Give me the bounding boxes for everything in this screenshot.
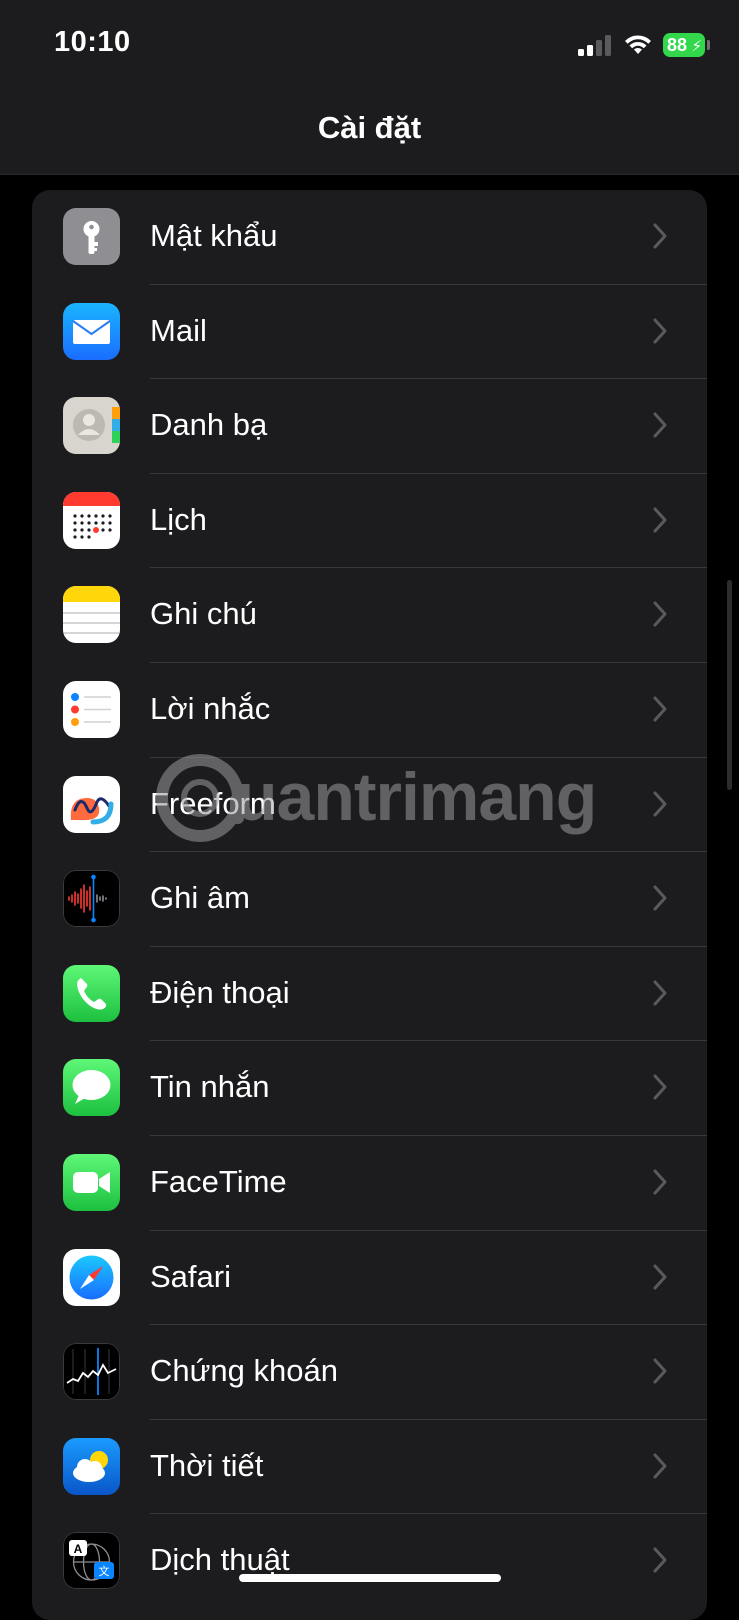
reminders-icon (63, 681, 120, 738)
settings-item-mail[interactable]: Mail (32, 285, 707, 380)
freeform-icon (63, 775, 120, 833)
settings-item-stocks[interactable]: Chứng khoán (32, 1325, 707, 1420)
settings-item-label: Dịch thuật (150, 1542, 290, 1578)
calendar-icon (63, 491, 120, 549)
scrollbar[interactable] (727, 580, 732, 790)
status-time: 10:10 (54, 26, 131, 58)
voice-memos-icon (63, 870, 120, 928)
contacts-icon (63, 397, 120, 455)
chevron-right-icon (653, 318, 667, 344)
battery-icon: 88 ⚡ (663, 33, 705, 57)
chevron-right-icon (653, 885, 667, 911)
chevron-right-icon (653, 601, 667, 627)
messages-icon (63, 1059, 120, 1117)
facetime-icon (63, 1154, 120, 1211)
chevron-right-icon (653, 1453, 667, 1479)
charging-icon: ⚡ (691, 38, 702, 55)
settings-item-label: Lời nhắc (150, 691, 271, 726)
watermark-logo-icon (156, 754, 244, 842)
settings-list: Mật khẩu Mail Danh bạ Lịch Ghi chú Lời n… (32, 190, 707, 1620)
settings-item-messages[interactable]: Tin nhắn (32, 1041, 707, 1136)
chevron-right-icon (653, 1547, 667, 1573)
weather-icon (63, 1437, 120, 1495)
wifi-icon (625, 35, 651, 54)
svg-text:文: 文 (99, 1564, 110, 1578)
settings-item-label: Mail (150, 312, 207, 348)
settings-item-reminders[interactable]: Lời nhắc (32, 663, 707, 758)
svg-text:A: A (74, 1542, 83, 1556)
chevron-right-icon (653, 1358, 667, 1384)
settings-item-label: Ghi chú (150, 596, 257, 632)
settings-item-label: Chứng khoán (150, 1353, 338, 1389)
chevron-right-icon (653, 412, 667, 438)
battery-level: 88 (667, 35, 688, 55)
settings-item-label: Safari (150, 1258, 231, 1294)
watermark-text: uantrimang (236, 759, 597, 835)
settings-item-weather[interactable]: Thời tiết (32, 1420, 707, 1515)
page-title: Cài đặt (317, 110, 422, 145)
chevron-right-icon (653, 696, 667, 722)
settings-item-notes[interactable]: Ghi chú (32, 568, 707, 663)
cellular-signal-icon (578, 34, 614, 56)
settings-item-facetime[interactable]: FaceTime (32, 1136, 707, 1231)
settings-item-label: Tin nhắn (150, 1069, 270, 1105)
key-icon (63, 208, 120, 265)
status-bar: 10:10 88 ⚡ (0, 0, 739, 90)
settings-item-translate[interactable]: A 文 Dịch thuật (32, 1514, 707, 1609)
settings-item-phone[interactable]: Điện thoại (32, 947, 707, 1042)
translate-icon: A 文 (63, 1532, 120, 1590)
mail-icon (63, 302, 120, 360)
settings-item-label: Điện thoại (150, 974, 290, 1010)
settings-item-label: Lịch (150, 501, 207, 537)
chevron-right-icon (653, 507, 667, 533)
chevron-right-icon (653, 980, 667, 1006)
chevron-right-icon (653, 1169, 667, 1195)
notes-icon (63, 586, 120, 644)
chevron-right-icon (653, 1264, 667, 1290)
phone-icon (63, 964, 120, 1022)
settings-item-label: Mật khẩu (150, 218, 278, 253)
home-indicator[interactable] (239, 1574, 501, 1582)
chevron-right-icon (653, 791, 667, 817)
chevron-right-icon (653, 1074, 667, 1100)
settings-item-label: Danh bạ (150, 407, 268, 443)
battery-nub (707, 40, 710, 50)
settings-item-label: Ghi âm (150, 880, 250, 916)
settings-item-label: Thời tiết (150, 1447, 264, 1483)
stocks-icon (63, 1343, 120, 1401)
watermark: uantrimang (150, 748, 600, 853)
settings-item-safari[interactable]: Safari (32, 1231, 707, 1326)
settings-item-contacts[interactable]: Danh bạ (32, 379, 707, 474)
settings-item-voice-memos[interactable]: Ghi âm (32, 852, 707, 947)
settings-item-label: FaceTime (150, 1164, 287, 1199)
settings-item-passwords[interactable]: Mật khẩu (32, 190, 707, 285)
chevron-right-icon (653, 223, 667, 249)
safari-icon (63, 1248, 120, 1306)
settings-item-calendar[interactable]: Lịch (32, 474, 707, 569)
